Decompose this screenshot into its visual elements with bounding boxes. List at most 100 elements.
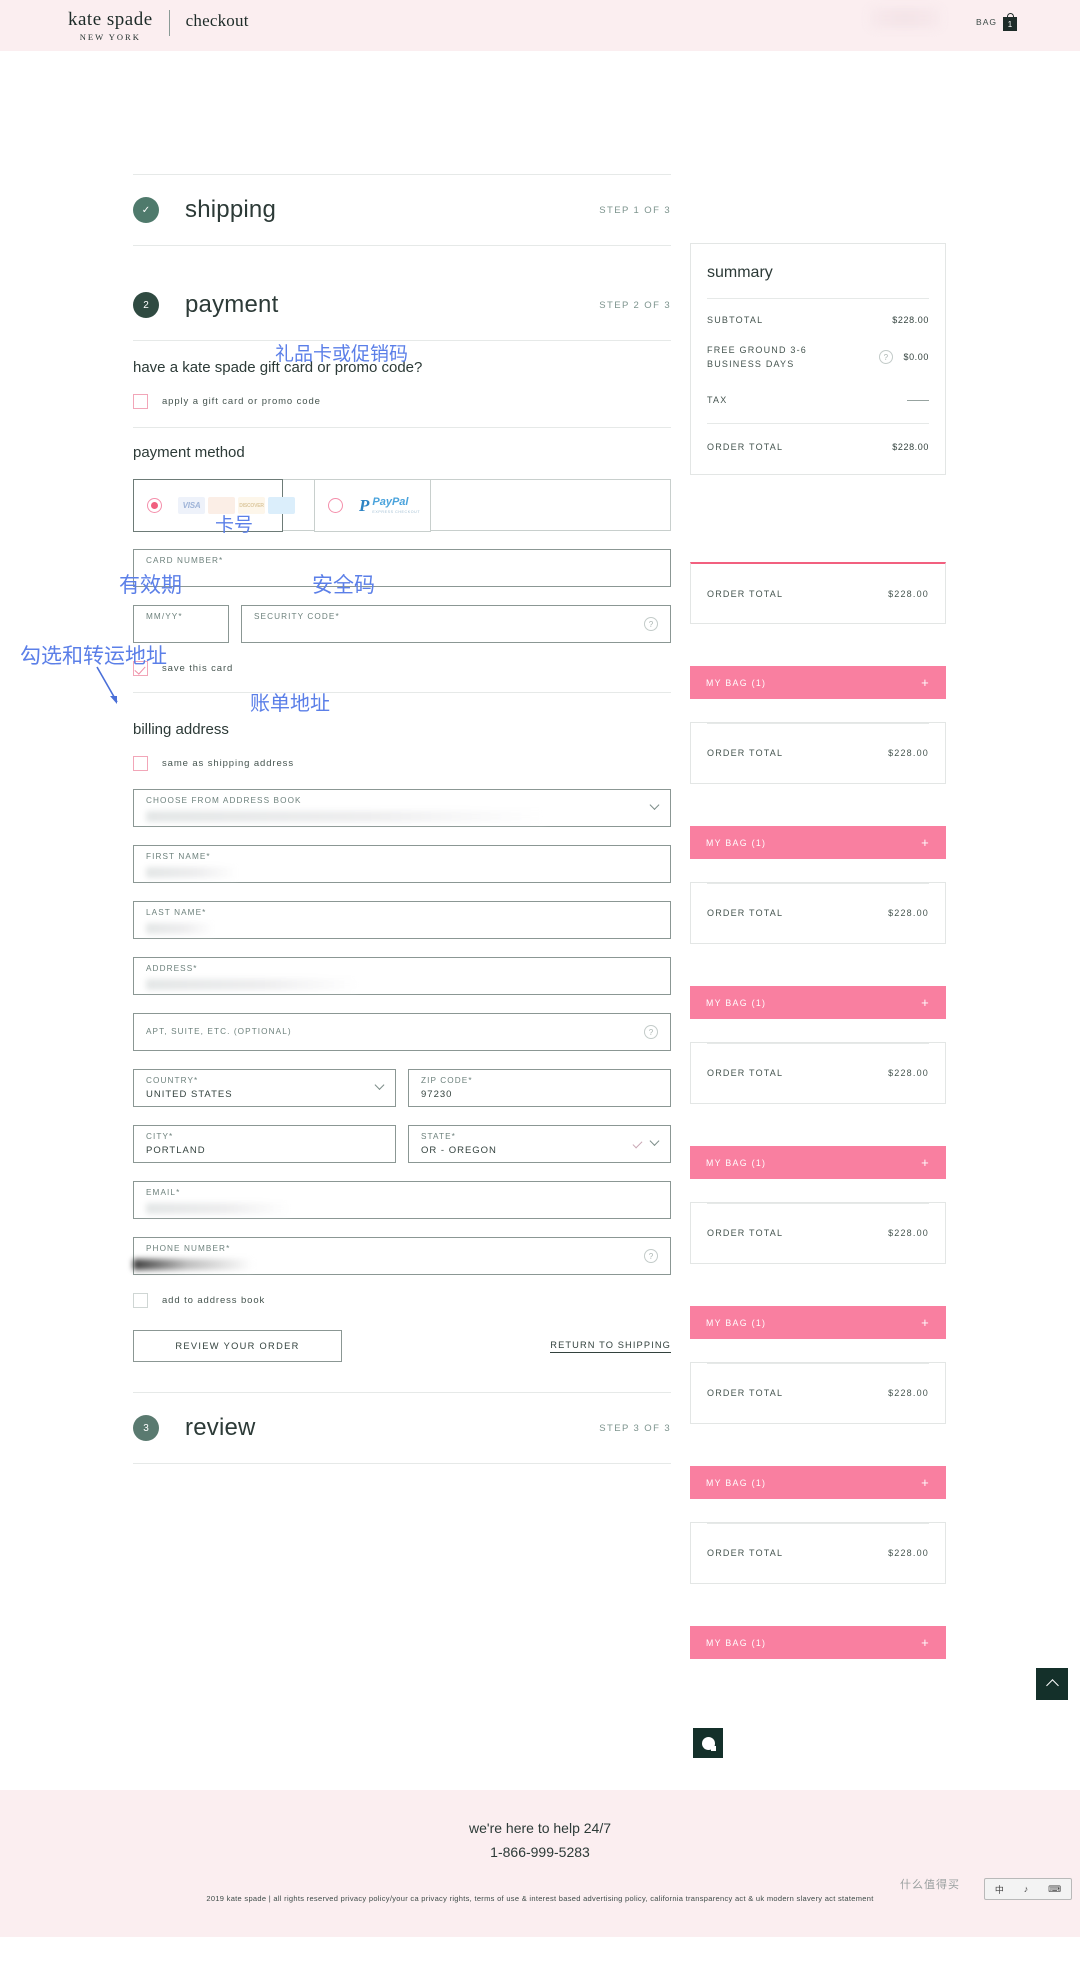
card-number-field[interactable]: CARD NUMBER*	[133, 549, 671, 587]
ime-mode-icon[interactable]: ♪	[1024, 1884, 1029, 1894]
step-review-count: STEP 3 OF 3	[599, 1422, 671, 1434]
order-total-value: $228.00	[888, 1548, 929, 1558]
order-total-strip: ORDER TOTAL $228.00	[690, 722, 946, 784]
gift-card-checkbox[interactable]	[133, 394, 148, 409]
phone-help-icon[interactable]: ?	[644, 1249, 658, 1263]
order-total-label: ORDER TOTAL	[707, 748, 784, 758]
paypal-radio[interactable]	[328, 498, 343, 513]
my-bag-label: MY BAG (1)	[706, 1157, 767, 1168]
footer-legal-text[interactable]: 2019 kate spade | all rights reserved pr…	[0, 1894, 1080, 1903]
my-bag-label: MY BAG (1)	[706, 1637, 767, 1648]
security-code-help-icon[interactable]: ?	[644, 617, 658, 631]
card-expiry-field[interactable]: MM/YY*	[133, 605, 229, 643]
watermark: 什么值得买	[900, 1879, 960, 1891]
address-book-select[interactable]: CHOOSE FROM ADDRESS BOOK	[133, 789, 671, 827]
first-name-field[interactable]: FIRST NAME*	[133, 845, 671, 883]
visa-icon: VISA	[178, 497, 205, 514]
ime-lang-icon[interactable]: 中	[995, 1883, 1004, 1896]
footer-phone[interactable]: 1-866-999-5283	[0, 1844, 1080, 1860]
review-your-order-button[interactable]: REVIEW YOUR ORDER	[133, 1330, 342, 1362]
summary-tax-value	[907, 399, 929, 401]
card-expiry-security-row: MM/YY* SECURITY CODE* ?	[133, 587, 671, 643]
my-bag-accordion[interactable]: MY BAG (1) +	[690, 1306, 946, 1339]
credit-card-radio[interactable]	[147, 498, 162, 513]
same-as-shipping-row[interactable]: same as shipping address	[133, 756, 671, 771]
plus-icon: +	[921, 1155, 930, 1170]
order-total-value: $228.00	[888, 1228, 929, 1238]
shopping-bag-icon: 1	[1002, 12, 1018, 31]
chevron-up-icon	[1045, 1679, 1059, 1692]
live-chat-button[interactable]	[693, 1728, 723, 1758]
my-bag-accordion[interactable]: MY BAG (1) +	[690, 1626, 946, 1659]
card-security-field[interactable]: SECURITY CODE* ?	[241, 605, 671, 643]
order-total-label: ORDER TOTAL	[707, 588, 784, 599]
brand-lockup[interactable]: kate spade NEW YORK checkout	[68, 9, 249, 42]
my-bag-accordion[interactable]: MY BAG (1) +	[690, 986, 946, 1019]
payment-option-credit-card[interactable]: VISA DISCOVER	[133, 479, 295, 532]
summary-tax-label: TAX	[707, 395, 728, 405]
order-total-value: $228.00	[888, 588, 929, 599]
order-total-label: ORDER TOTAL	[707, 908, 784, 918]
my-bag-accordion[interactable]: MY BAG (1) +	[690, 826, 946, 859]
return-to-shipping-link[interactable]: RETURN TO SHIPPING	[550, 1340, 671, 1353]
zip-field[interactable]: ZIP CODE* 97230	[408, 1069, 671, 1107]
email-field[interactable]: EMAIL*	[133, 1181, 671, 1219]
step-payment-count: STEP 2 OF 3	[599, 299, 671, 311]
city-field[interactable]: CITY* PORTLAND	[133, 1125, 396, 1163]
step-review[interactable]: 3 review STEP 3 OF 3	[133, 1393, 671, 1463]
same-as-shipping-checkbox[interactable]	[133, 756, 148, 771]
brand-logo[interactable]: kate spade NEW YORK	[68, 9, 153, 42]
apt-help-icon[interactable]: ?	[644, 1025, 658, 1039]
card-security-label: SECURITY CODE*	[254, 612, 340, 621]
payment-option-paypal[interactable]: P PayPal EXPRESS CHECKOUT	[314, 479, 431, 532]
ime-language-bar[interactable]: 中 ♪ ⌨	[984, 1878, 1072, 1900]
last-name-field[interactable]: LAST NAME*	[133, 901, 671, 939]
save-card-row[interactable]: save this card	[133, 661, 671, 676]
summary-title: summary	[707, 264, 773, 281]
country-select[interactable]: COUNTRY* UNITED STATES	[133, 1069, 396, 1107]
gift-card-checkbox-row[interactable]: apply a gift card or promo code	[133, 394, 671, 409]
address-book-redacted-value	[146, 811, 546, 822]
footer-help-text: we're here to help 24/7	[469, 1820, 611, 1836]
redacted-account-area	[870, 8, 940, 28]
apt-field[interactable]: APT, SUITE, ETC. (OPTIONAL) ?	[133, 1013, 671, 1051]
step-payment[interactable]: 2 payment STEP 2 OF 3	[133, 270, 671, 340]
bag-button[interactable]: BAG 1	[976, 12, 1018, 31]
order-total-strip: ORDER TOTAL $228.00	[690, 1522, 946, 1584]
annotation-expiry: 有效期	[119, 573, 182, 597]
step-shipping[interactable]: ✓ shipping STEP 1 OF 3	[133, 175, 671, 245]
page-title: checkout	[185, 10, 249, 30]
summary-subtotal-label: SUBTOTAL	[707, 315, 764, 325]
order-total-label: ORDER TOTAL	[707, 1548, 784, 1558]
summary-shipping-row: FREE GROUND 3-6 BUSINESS DAYS ? $0.00	[691, 339, 945, 385]
same-as-shipping-label: same as shipping address	[162, 758, 294, 769]
summary-order-total-label: ORDER TOTAL	[707, 442, 784, 452]
city-label: CITY*	[146, 1132, 174, 1141]
my-bag-label: MY BAG (1)	[706, 1317, 767, 1328]
last-name-redacted-value	[146, 923, 214, 934]
paypal-subtitle: EXPRESS CHECKOUT	[372, 510, 421, 514]
my-bag-accordion[interactable]: MY BAG (1) +	[690, 1146, 946, 1179]
summary-tax-row: TAX	[691, 385, 945, 423]
phone-field[interactable]: PHONE NUMBER* ?	[133, 1237, 671, 1275]
city-state-row: CITY* PORTLAND STATE* OR - OREGON	[133, 1107, 671, 1163]
add-to-address-book-row[interactable]: add to address book	[133, 1293, 671, 1308]
ime-keyboard-icon[interactable]: ⌨	[1048, 1884, 1061, 1895]
summary-subtotal-value: $228.00	[892, 315, 929, 325]
scroll-to-top-button[interactable]	[1036, 1668, 1068, 1700]
add-to-address-book-checkbox[interactable]	[133, 1293, 148, 1308]
address-field[interactable]: ADDRESS*	[133, 957, 671, 995]
my-bag-accordion[interactable]: MY BAG (1) +	[690, 1466, 946, 1499]
site-header: kate spade NEW YORK checkout BAG 1	[0, 0, 1080, 51]
step-review-badge: 3	[133, 1415, 159, 1441]
my-bag-label: MY BAG (1)	[706, 677, 767, 688]
annotation-check-forward-address: 勾选和转运地址	[20, 644, 167, 668]
my-bag-label: MY BAG (1)	[706, 837, 767, 848]
shipping-help-icon[interactable]: ?	[879, 350, 894, 364]
plus-icon: +	[921, 1635, 930, 1650]
zip-label: ZIP CODE*	[421, 1076, 473, 1085]
state-select[interactable]: STATE* OR - OREGON	[408, 1125, 671, 1163]
state-value: OR - OREGON	[421, 1145, 497, 1156]
gift-card-checkbox-label: apply a gift card or promo code	[162, 396, 321, 407]
my-bag-accordion[interactable]: MY BAG (1) +	[690, 666, 946, 699]
